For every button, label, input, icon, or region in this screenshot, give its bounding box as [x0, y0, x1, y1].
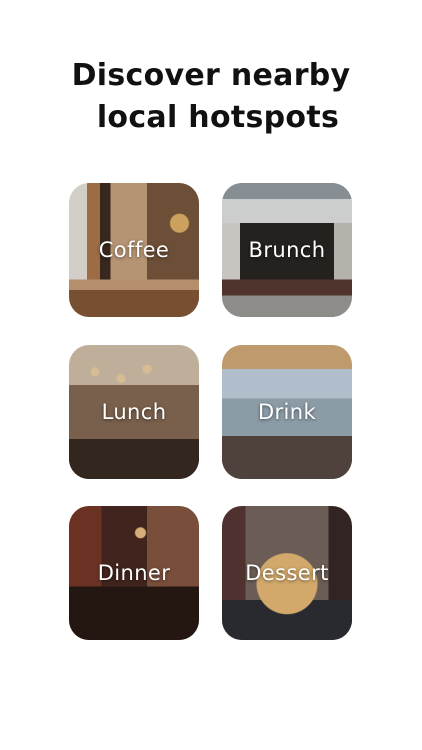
- category-label-dinner: Dinner: [97, 561, 171, 585]
- category-tile-brunch[interactable]: Brunch: [222, 183, 352, 317]
- title-line-1: Discover nearby: [71, 58, 351, 93]
- category-label-lunch: Lunch: [101, 400, 167, 424]
- category-label-brunch: Brunch: [248, 238, 326, 262]
- category-tile-drink[interactable]: Drink: [222, 345, 352, 479]
- category-tile-dessert[interactable]: Dessert: [222, 506, 352, 640]
- category-label-drink: Drink: [257, 400, 317, 424]
- category-tile-dinner[interactable]: Dinner: [69, 506, 199, 640]
- category-label-coffee: Coffee: [98, 238, 170, 262]
- category-tile-coffee[interactable]: Coffee: [69, 183, 199, 317]
- title-line-2: local hotspots: [96, 100, 340, 135]
- page-title: Discover nearby local hotspots: [0, 55, 422, 139]
- category-tile-lunch[interactable]: Lunch: [69, 345, 199, 479]
- category-label-dessert: Dessert: [245, 561, 329, 585]
